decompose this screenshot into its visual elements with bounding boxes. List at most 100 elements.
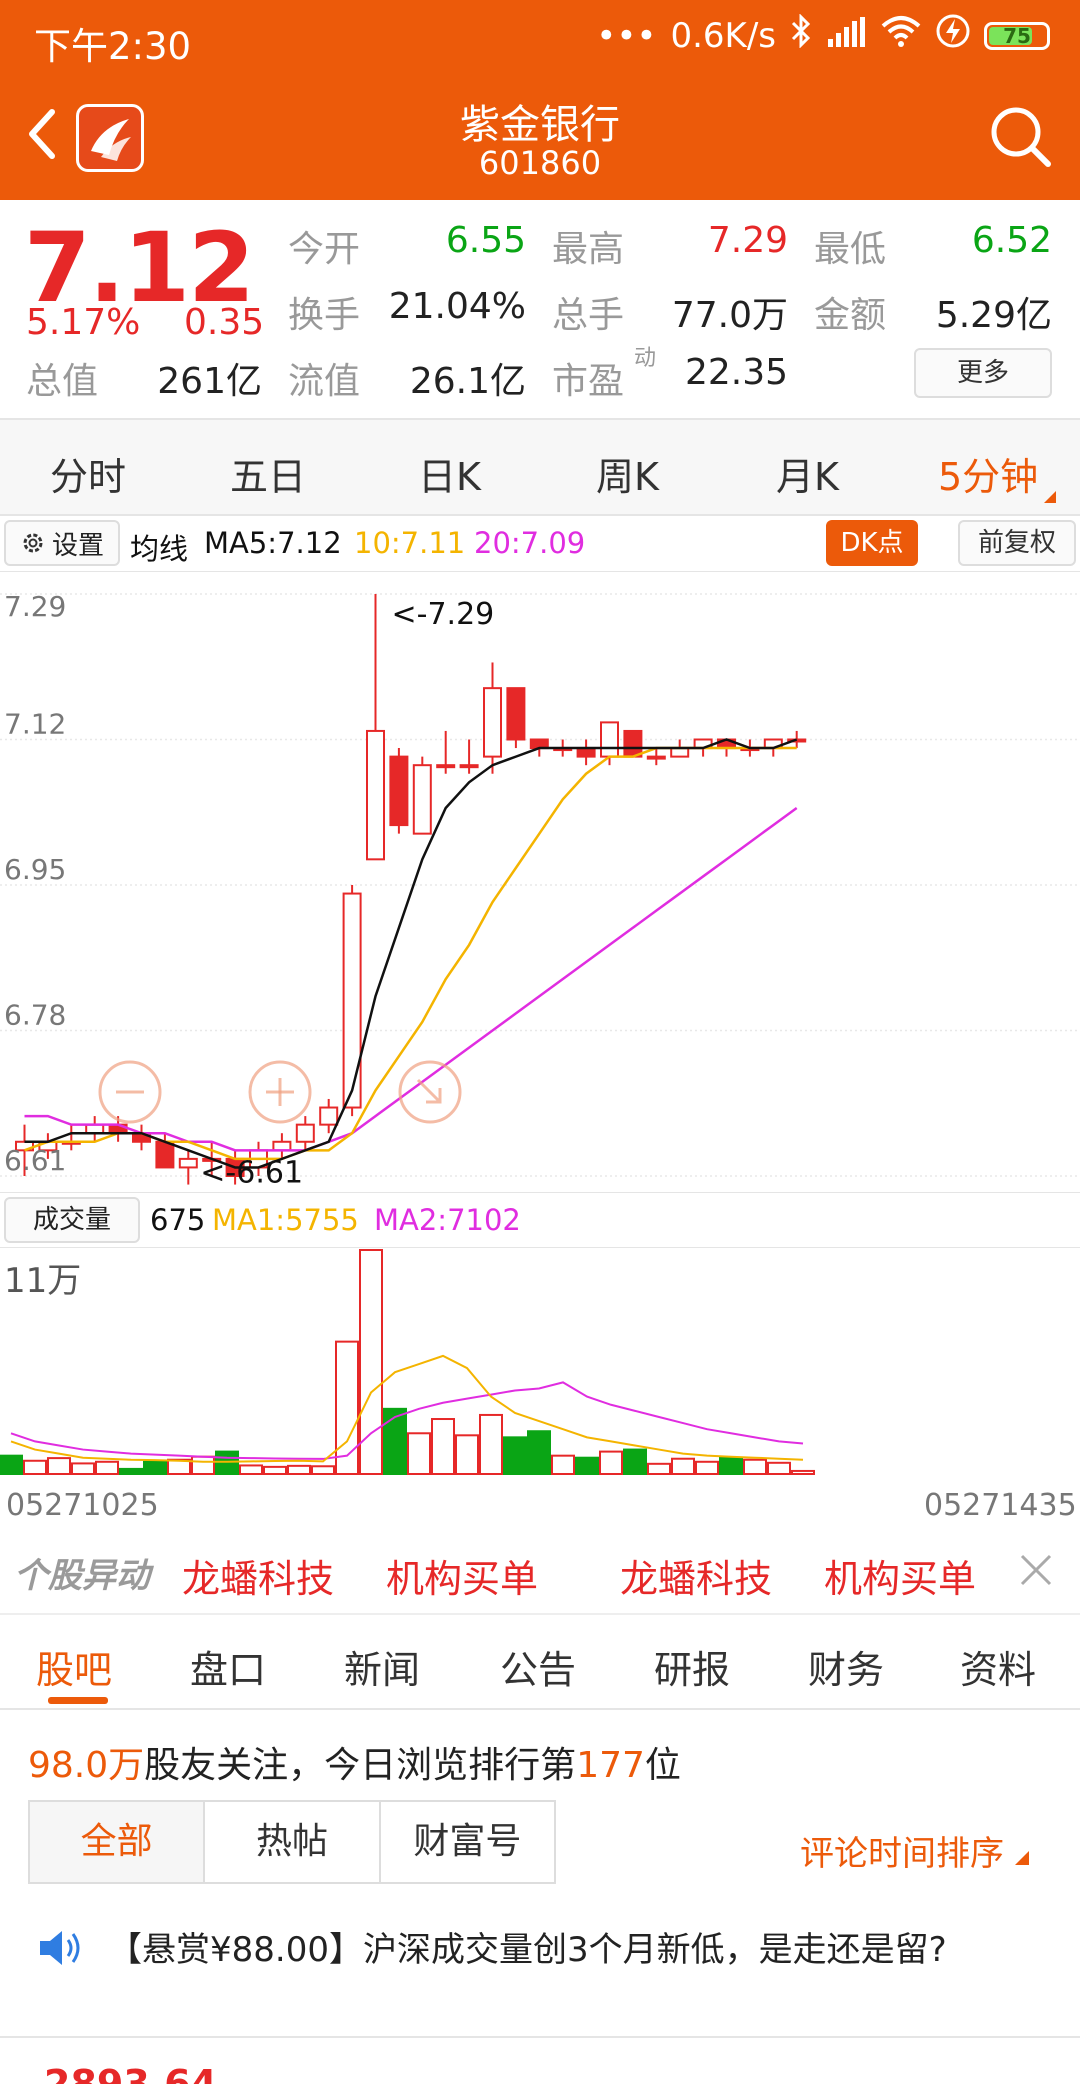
volume-bar: 成交量 675 MA1:5755 MA2:7102 <box>0 1192 1080 1248</box>
net-speed: 0.6K/s <box>670 15 776 56</box>
candle-body <box>342 892 362 1109</box>
change-percent: 5.17% <box>26 302 141 343</box>
volume-bar <box>71 1462 95 1475</box>
search-button[interactable] <box>988 104 1054 170</box>
turnover-value: 21.04% <box>388 286 526 327</box>
candle-body <box>529 738 549 750</box>
filter-hot[interactable]: 热帖 <box>205 1802 381 1882</box>
search-icon <box>991 107 1051 167</box>
high-annotation: <-7.29 <box>392 597 495 632</box>
battery-icon: 75 <box>984 21 1050 50</box>
candle-body <box>272 1140 292 1152</box>
volume-bar <box>743 1458 767 1475</box>
filter-fortune[interactable]: 财富号 <box>381 1802 554 1882</box>
stock-name: 紫金银行 <box>460 102 620 148</box>
bottom-bar: 2893.64 <box>0 2036 1080 2084</box>
ticker-logo: 个股异动 <box>14 1556 150 1596</box>
adjust-button[interactable]: 前复权 <box>958 520 1076 566</box>
y-tick-label: 7.29 <box>4 590 66 623</box>
quote-panel: 7.12 5.17% 0.35 今开 6.55 最高 7.29 最低 6.52 … <box>0 200 1080 420</box>
tab-monthly-k[interactable]: 月K <box>776 446 839 501</box>
volume-bar <box>479 1413 503 1475</box>
volume-bar <box>503 1436 527 1476</box>
abnormal-ticker: 个股异动 龙蟠科技 机构买单 龙蟠科技 机构买单 <box>0 1526 1080 1614</box>
candle-body <box>436 764 456 769</box>
tab-intraday[interactable]: 分时 <box>50 446 126 501</box>
follow-count: 98.0万 <box>28 1745 145 1786</box>
ticker-item[interactable]: 机构买单 <box>824 1548 976 1603</box>
tab-announcement[interactable]: 公告 <box>500 1639 576 1694</box>
tab-forum[interactable]: 股吧 <box>36 1639 112 1694</box>
move-icon <box>416 1078 442 1104</box>
turnover-label: 换手 <box>288 295 361 336</box>
active-tab-indicator <box>48 1697 108 1704</box>
candle-body <box>319 1106 339 1126</box>
low-annotation: <-6.61 <box>200 1156 303 1191</box>
volume-bar <box>95 1460 119 1475</box>
status-time: 下午2:30 <box>34 25 192 68</box>
mcap-value: 261亿 <box>157 361 262 402</box>
kline-chart[interactable]: <-7.29 <-6.61 7.29 7.12 6.95 6.78 6.61 <box>0 572 1080 1192</box>
notice-row[interactable]: 【悬赏¥88.00】沪深成交量创3个月新低，是走还是留? <box>0 1906 1080 1990</box>
volume-bar <box>23 1459 47 1476</box>
tab-5min[interactable]: 5分钟 <box>938 446 1057 503</box>
follow-rank: 177 <box>576 1745 645 1786</box>
high-label: 最高 <box>552 229 625 270</box>
tab-finance[interactable]: 财务 <box>808 1639 884 1694</box>
candle-body <box>155 1140 175 1169</box>
volume-bar <box>287 1464 311 1475</box>
volume-bar <box>791 1469 815 1475</box>
dk-point-button[interactable]: DK点 <box>826 520 918 566</box>
float-value: 26.1亿 <box>409 361 526 402</box>
bluetooth-icon <box>790 13 812 57</box>
tab-five-day[interactable]: 五日 <box>230 446 306 501</box>
index-value[interactable]: 2893.64 <box>44 2062 217 2084</box>
close-icon[interactable] <box>1018 1552 1054 1588</box>
more-button[interactable]: 更多 <box>914 348 1052 398</box>
volume-value: 77.0万 <box>671 295 788 336</box>
sort-button[interactable]: 评论时间排序 <box>800 1826 1029 1875</box>
content-tabs: 股吧 盘口 新闻 公告 研报 财务 资料 <box>0 1614 1080 1710</box>
y-tick-label: 6.61 <box>4 1144 66 1177</box>
candle-body <box>576 747 596 758</box>
volume-bar <box>0 1454 23 1476</box>
tab-research[interactable]: 研报 <box>654 1639 730 1694</box>
tab-handicap[interactable]: 盘口 <box>190 1639 266 1694</box>
gear-icon <box>23 533 43 553</box>
volume-bar <box>191 1455 215 1475</box>
candle-body <box>295 1123 315 1143</box>
tab-weekly-k[interactable]: 周K <box>596 446 659 501</box>
ma10-value: 10:7.11 <box>354 526 466 560</box>
y-tick-label: 6.78 <box>4 999 66 1032</box>
volume-chart[interactable]: 11万 <box>0 1248 1080 1480</box>
float-label: 流值 <box>288 361 361 402</box>
ma10-line <box>24 746 797 1161</box>
volume-bar <box>527 1430 551 1475</box>
charging-icon <box>936 14 970 57</box>
tab-profile[interactable]: 资料 <box>960 1639 1036 1694</box>
open-value: 6.55 <box>445 220 526 261</box>
follow-text: 股友关注，今日浏览排行第 <box>144 1745 577 1786</box>
candle-body <box>389 755 409 827</box>
candle-body <box>600 721 619 758</box>
filter-all[interactable]: 全部 <box>30 1802 206 1882</box>
vol-ma1: MA1:5755 <box>212 1203 359 1237</box>
ma20-value: 20:7.09 <box>474 526 586 560</box>
volume-button[interactable]: 成交量 <box>4 1197 140 1243</box>
follow-text-end: 位 <box>644 1745 681 1786</box>
tab-daily-k[interactable]: 日K <box>418 446 481 501</box>
ticker-item[interactable]: 龙蟠科技 <box>182 1548 334 1603</box>
settings-button[interactable]: 设置 <box>4 520 120 566</box>
time-start: 05271025 <box>6 1488 159 1523</box>
candle-body <box>670 747 690 758</box>
open-label: 今开 <box>288 229 361 270</box>
settings-label: 设置 <box>51 530 104 561</box>
candle-body <box>623 729 643 758</box>
ticker-item[interactable]: 机构买单 <box>386 1548 538 1603</box>
candle-body <box>178 1157 198 1169</box>
ticker-item[interactable]: 龙蟠科技 <box>620 1548 772 1603</box>
tab-news[interactable]: 新闻 <box>344 1639 420 1694</box>
stock-code: 601860 <box>478 144 602 182</box>
candle-body <box>85 1123 105 1135</box>
ma5-value: MA5:7.12 <box>204 526 342 560</box>
